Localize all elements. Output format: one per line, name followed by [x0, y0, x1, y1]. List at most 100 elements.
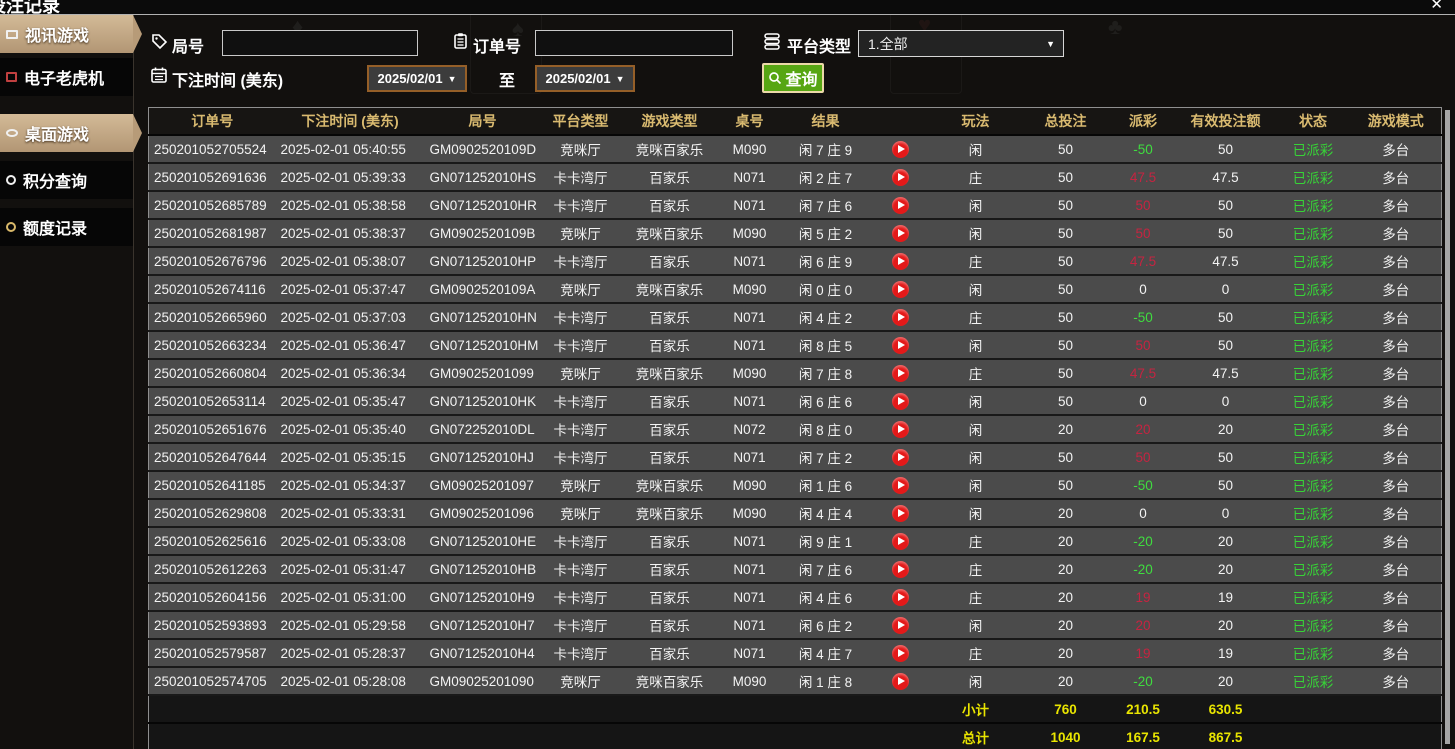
table-cell: N071	[719, 247, 781, 275]
play-result-icon[interactable]	[892, 225, 909, 242]
table-cell: N071	[719, 163, 781, 191]
vertical-scrollbar[interactable]	[1445, 110, 1450, 744]
result-cell: 闲 1 庄 8	[781, 667, 871, 695]
round-cell: GN071252010HE	[425, 527, 541, 555]
play-result-icon[interactable]	[892, 645, 909, 662]
play-result-icon[interactable]	[892, 281, 909, 298]
play-result-icon[interactable]	[892, 421, 909, 438]
result-video-cell	[871, 499, 931, 527]
payout-cell: -50	[1111, 135, 1176, 163]
table-games-icon	[6, 129, 18, 137]
summary-cell: 867.5	[1176, 723, 1276, 749]
platform-cell: 卡卡湾厅	[541, 191, 621, 219]
platform-cell: 竞咪厅	[541, 135, 621, 163]
play-result-icon[interactable]	[892, 141, 909, 158]
result-cell: 闲 5 庄 2	[781, 219, 871, 247]
order-number-input[interactable]	[535, 30, 733, 56]
sidebar-item-points-query[interactable]: 积分查询	[0, 161, 133, 199]
valid-cell: 20	[1176, 415, 1276, 443]
mode-cell: 多台	[1351, 191, 1442, 219]
column-header	[871, 108, 931, 136]
table-row: 2502010527055242025-02-01 05:40:55GM0902…	[149, 135, 1442, 163]
table-row: 2502010526476442025-02-01 05:35:15GN0712…	[149, 443, 1442, 471]
bet-cell: 庄	[931, 527, 1021, 555]
platform-type-select[interactable]: 1.全部 ▼	[858, 30, 1064, 57]
column-header: 平台类型	[541, 108, 621, 136]
mode-cell: 多台	[1351, 583, 1442, 611]
platform-cell: 竞咪厅	[541, 275, 621, 303]
sidebar-item-slot-machines[interactable]: 电子老虎机	[0, 58, 133, 96]
order-cell: 250201052641185	[149, 471, 276, 499]
play-result-icon[interactable]	[892, 169, 909, 186]
table-row: 2502010526659602025-02-01 05:37:03GN0712…	[149, 303, 1442, 331]
result-video-cell	[871, 611, 931, 639]
play-result-icon[interactable]	[892, 533, 909, 550]
summary-cell	[871, 695, 931, 723]
table-row: 2502010526767962025-02-01 05:38:07GN0712…	[149, 247, 1442, 275]
valid-cell: 20	[1176, 555, 1276, 583]
summary-cell	[1276, 695, 1351, 723]
status-badge: 已派彩	[1276, 527, 1351, 555]
sidebar-item-quota-records[interactable]: 额度记录	[0, 208, 133, 246]
orders-table: 订单号下注时间 (美东)局号平台类型游戏类型桌号结果玩法总投注派彩有效投注额状态…	[148, 107, 1442, 749]
game-cell: 竞咪百家乐	[621, 135, 719, 163]
sidebar-item-table-games[interactable]: 桌面游戏	[0, 114, 133, 152]
play-result-icon[interactable]	[892, 197, 909, 214]
play-result-icon[interactable]	[892, 309, 909, 326]
time-cell: 2025-02-01 05:35:40	[276, 415, 425, 443]
result-video-cell	[871, 219, 931, 247]
valid-cell: 0	[1176, 275, 1276, 303]
column-header: 游戏模式	[1351, 108, 1442, 136]
table-cell: M090	[719, 135, 781, 163]
sidebar-item-video-games[interactable]: 视讯游戏	[0, 15, 133, 53]
play-result-icon[interactable]	[892, 337, 909, 354]
play-result-icon[interactable]	[892, 505, 909, 522]
summary-cell	[1351, 695, 1442, 723]
summary-cell: 630.5	[1176, 695, 1276, 723]
date-to-label: 至	[499, 67, 515, 91]
sidebar-item-label: 电子老虎机	[24, 65, 104, 89]
total-cell: 50	[1021, 471, 1111, 499]
close-icon[interactable]: ✕	[1430, 0, 1443, 13]
bet-cell: 闲	[931, 415, 1021, 443]
play-result-icon[interactable]	[892, 449, 909, 466]
column-header: 玩法	[931, 108, 1021, 136]
bet-cell: 庄	[931, 163, 1021, 191]
round-cell: GN071252010HM	[425, 331, 541, 359]
sidebar-item-label: 桌面游戏	[25, 121, 89, 145]
result-video-cell	[871, 527, 931, 555]
play-result-icon[interactable]	[892, 589, 909, 606]
play-result-icon[interactable]	[892, 561, 909, 578]
date-to-picker[interactable]: 2025/02/01 ▼	[535, 65, 635, 92]
play-result-icon[interactable]	[892, 253, 909, 270]
play-result-icon[interactable]	[892, 393, 909, 410]
table-row: 2502010526632342025-02-01 05:36:47GN0712…	[149, 331, 1442, 359]
valid-cell: 50	[1176, 303, 1276, 331]
bet-cell: 闲	[931, 331, 1021, 359]
summary-cell: 210.5	[1111, 695, 1176, 723]
round-number-input[interactable]	[222, 30, 418, 56]
game-cell: 竞咪百家乐	[621, 219, 719, 247]
game-cell: 竞咪百家乐	[621, 667, 719, 695]
search-button[interactable]: 查询	[762, 63, 824, 93]
column-header: 派彩	[1111, 108, 1176, 136]
round-cell: GN071252010HR	[425, 191, 541, 219]
date-from-picker[interactable]: 2025/02/01 ▼	[367, 65, 467, 92]
platform-cell: 卡卡湾厅	[541, 611, 621, 639]
round-cell: GN071252010HN	[425, 303, 541, 331]
play-result-icon[interactable]	[892, 365, 909, 382]
result-video-cell	[871, 247, 931, 275]
status-badge: 已派彩	[1276, 247, 1351, 275]
mode-cell: 多台	[1351, 135, 1442, 163]
status-badge: 已派彩	[1276, 191, 1351, 219]
table-row: 2502010526298082025-02-01 05:33:31GM0902…	[149, 499, 1442, 527]
game-cell: 百家乐	[621, 527, 719, 555]
date-from-value: 2025/02/01	[378, 71, 443, 86]
payout-cell: 50	[1111, 219, 1176, 247]
table-cell: M090	[719, 275, 781, 303]
play-result-icon[interactable]	[892, 617, 909, 634]
total-row: 总计1040167.5867.5	[149, 723, 1442, 749]
column-header: 桌号	[719, 108, 781, 136]
play-result-icon[interactable]	[892, 477, 909, 494]
play-result-icon[interactable]	[892, 673, 909, 690]
